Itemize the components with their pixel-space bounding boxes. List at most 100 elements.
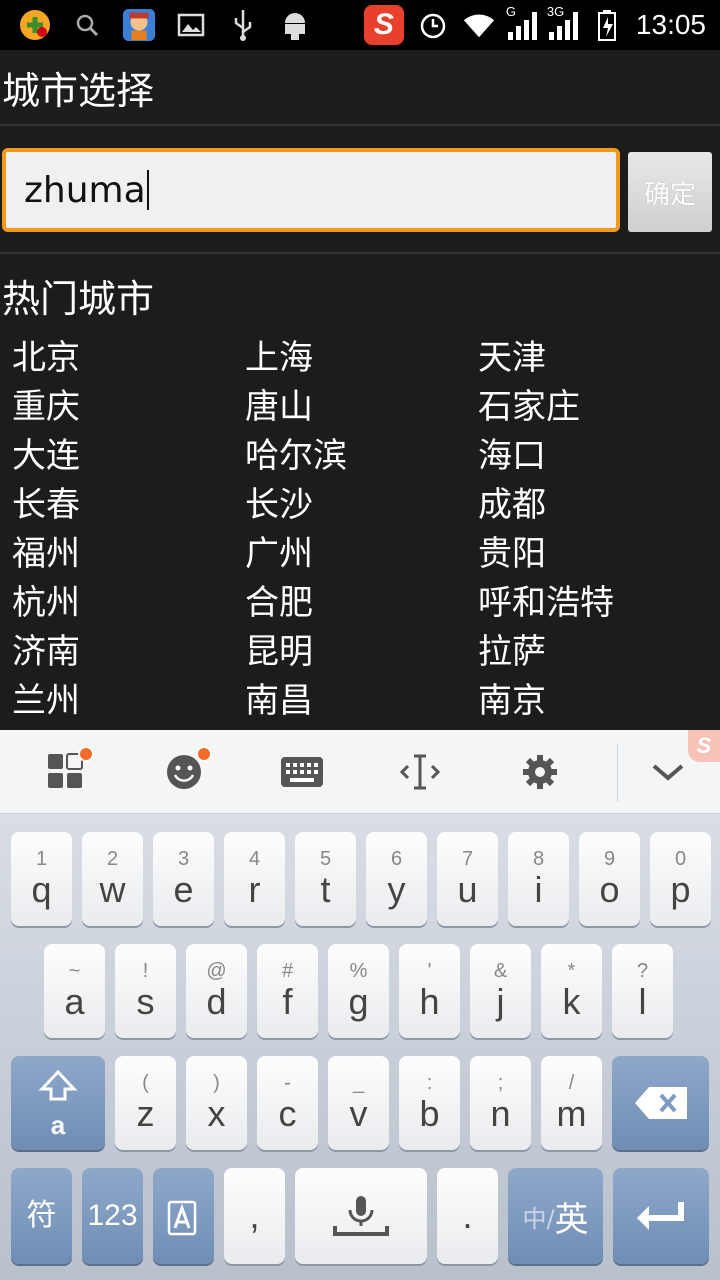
city-item[interactable]: 天津 xyxy=(466,330,699,379)
city-item[interactable]: 济南 xyxy=(0,624,233,673)
key-n[interactable]: ; n xyxy=(470,1056,531,1150)
symbols-key[interactable]: 符 xyxy=(11,1168,72,1264)
signal-3g-icon: 3G xyxy=(547,4,578,40)
language-toggle-key[interactable]: 中/英 xyxy=(508,1168,603,1264)
key-label: e xyxy=(173,869,194,910)
settings-icon[interactable] xyxy=(510,742,570,802)
backspace-icon xyxy=(634,1087,687,1119)
city-item[interactable]: 南京 xyxy=(466,673,699,722)
city-item[interactable]: 大连 xyxy=(0,428,233,477)
key-y[interactable]: 6y xyxy=(366,832,427,926)
city-item[interactable]: 重庆 xyxy=(0,379,233,428)
key-w[interactable]: 2w xyxy=(82,832,143,926)
city-item[interactable]: 昆明 xyxy=(233,624,466,673)
soft-keyboard: S 1q 2w 3e 4r 5t 6y 7u 8i 9o 0p ~ a ! s @ d… xyxy=(0,730,720,1280)
key-k[interactable]: * k xyxy=(541,944,602,1038)
key-sub-label: ; xyxy=(497,1072,504,1094)
city-item[interactable]: 长沙 xyxy=(233,477,466,526)
comma-key[interactable]: , xyxy=(224,1168,285,1264)
shift-key[interactable]: a xyxy=(11,1056,105,1150)
city-item[interactable]: 成都 xyxy=(466,477,699,526)
key-o[interactable]: 9o xyxy=(579,832,640,926)
numbers-key[interactable]: 123 xyxy=(82,1168,143,1264)
key-sub-label: & xyxy=(493,960,508,982)
city-item[interactable]: 呼和浩特 xyxy=(466,575,699,624)
city-item[interactable]: 上海 xyxy=(233,330,466,379)
city-search-input[interactable]: zhuma xyxy=(2,148,620,232)
key-label: d xyxy=(206,981,227,1022)
key-u[interactable]: 7u xyxy=(437,832,498,926)
key-i[interactable]: 8i xyxy=(508,832,569,926)
city-item[interactable]: 广州 xyxy=(233,526,466,575)
shift-sub-label: a xyxy=(50,1110,66,1140)
key-sub-label: ! xyxy=(142,960,149,982)
key-sub-label: : xyxy=(426,1072,433,1094)
enter-key[interactable] xyxy=(613,1168,709,1264)
key-b[interactable]: :b xyxy=(399,1056,460,1150)
period-key[interactable]: . xyxy=(437,1168,498,1264)
city-item[interactable]: 唐山 xyxy=(233,379,466,428)
key-j[interactable]: & j xyxy=(470,944,531,1038)
city-item[interactable]: 兰州 xyxy=(0,673,233,722)
keyboard-icon[interactable] xyxy=(272,742,332,802)
cursor-icon[interactable] xyxy=(390,742,450,802)
key-label: , xyxy=(249,1195,260,1236)
key-m[interactable]: / m xyxy=(541,1056,602,1150)
key-p[interactable]: 0p xyxy=(650,832,711,926)
key-g[interactable]: % g xyxy=(328,944,389,1038)
city-item[interactable]: 杭州 xyxy=(0,575,233,624)
key-label: w xyxy=(99,869,126,910)
city-item[interactable]: 北京 xyxy=(0,330,233,379)
confirm-button[interactable]: 确定 xyxy=(628,152,712,232)
key-label: a xyxy=(64,981,85,1022)
enter-icon xyxy=(637,1202,684,1230)
city-item[interactable]: 石家庄 xyxy=(466,379,699,428)
key-label: h xyxy=(419,981,440,1022)
backspace-key[interactable] xyxy=(612,1056,709,1150)
android-icon xyxy=(278,8,312,42)
key-l[interactable]: ? l xyxy=(612,944,673,1038)
key-h[interactable]: ' h xyxy=(399,944,460,1038)
key-label: q xyxy=(31,869,52,910)
key-label: k xyxy=(562,981,581,1022)
key-r[interactable]: 4r xyxy=(224,832,285,926)
key-t[interactable]: 5t xyxy=(295,832,356,926)
key-s[interactable]: ! s xyxy=(115,944,176,1038)
key-q[interactable]: 1q xyxy=(11,832,72,926)
key-d[interactable]: @ d xyxy=(186,944,247,1038)
key-a[interactable]: ~ a xyxy=(44,944,105,1038)
key-sub-label: 4 xyxy=(248,848,261,870)
key-f[interactable]: # f xyxy=(257,944,318,1038)
city-item[interactable]: 哈尔滨 xyxy=(233,428,466,477)
input-mode-key[interactable] xyxy=(153,1168,214,1264)
key-v[interactable]: _ v xyxy=(328,1056,389,1150)
city-item[interactable]: 贵阳 xyxy=(466,526,699,575)
key-sub-label: ) xyxy=(213,1072,220,1094)
city-item[interactable]: 南昌 xyxy=(233,673,466,722)
key-label: x xyxy=(207,1093,226,1134)
key-sub-label: 7 xyxy=(461,848,474,870)
city-item[interactable]: 合肥 xyxy=(233,575,466,624)
key-label: p xyxy=(670,869,691,910)
key-label: r xyxy=(248,869,261,910)
city-item[interactable]: 长春 xyxy=(0,477,233,526)
status-bar: S G 3G 13:05 xyxy=(0,0,720,50)
city-row: 长春 长沙 成都 xyxy=(0,477,720,526)
city-item[interactable]: 福州 xyxy=(0,526,233,575)
shift-arrow-icon xyxy=(38,1069,78,1101)
key-label: 符 xyxy=(26,1199,57,1232)
alarm-icon xyxy=(416,8,450,42)
key-label: b xyxy=(419,1093,440,1134)
key-e[interactable]: 3e xyxy=(153,832,214,926)
key-z[interactable]: (z xyxy=(115,1056,176,1150)
city-item[interactable]: 拉萨 xyxy=(466,624,699,673)
emoji-icon[interactable] xyxy=(154,742,214,802)
space-voice-key[interactable] xyxy=(295,1168,427,1264)
key-label: v xyxy=(349,1093,368,1134)
key-x[interactable]: ) x xyxy=(186,1056,247,1150)
city-item[interactable]: 海口 xyxy=(466,428,699,477)
key-sub-label: 0 xyxy=(674,848,687,870)
menu-grid-icon[interactable] xyxy=(36,742,96,802)
key-c[interactable]: -c xyxy=(257,1056,318,1150)
clock: 13:05 xyxy=(635,9,706,40)
